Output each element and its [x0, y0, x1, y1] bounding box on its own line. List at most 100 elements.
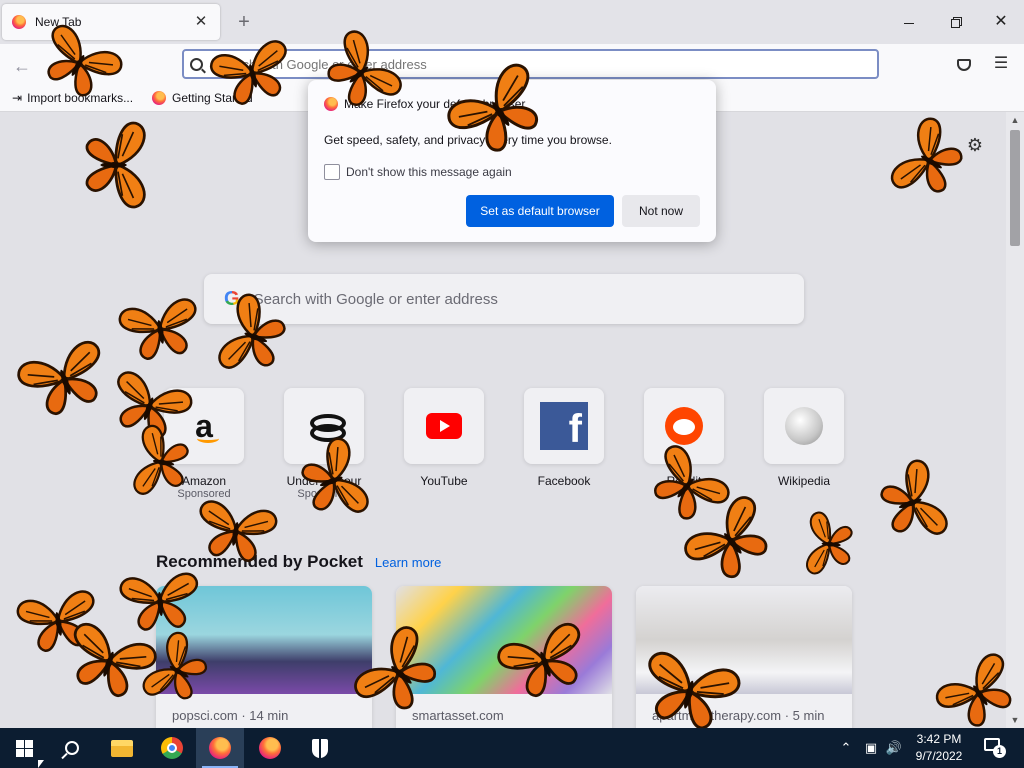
scroll-thumb[interactable] [1010, 130, 1020, 246]
top-site-label: Facebook [537, 474, 591, 488]
import-icon: ⇥ [12, 91, 23, 105]
forward-button[interactable]: → [44, 52, 72, 80]
top-site-reddit[interactable]: Reddit [644, 388, 724, 488]
pocket-card[interactable]: smartasset.com [396, 586, 612, 728]
jet-image [156, 586, 372, 694]
dont-show-again-checkbox-row[interactable]: Don't show this message again [324, 164, 512, 180]
pocket-button[interactable] [953, 53, 975, 75]
windows-taskbar: ⌃ ▣ 🔊 3:42 PM 9/7/2022 1 [0, 728, 1024, 768]
taskbar-firefox-active[interactable] [196, 728, 244, 768]
card-source: popsci.com · 14 min [172, 708, 289, 723]
maximize-button[interactable] [932, 8, 978, 36]
card-source: smartasset.com [412, 708, 504, 723]
top-site-label: Under Armour [286, 474, 362, 488]
us-map-image [396, 586, 612, 694]
top-site-sponsored: Sponsored [177, 488, 231, 500]
scroll-down-arrow-icon[interactable]: ▼ [1006, 712, 1024, 728]
top-site-label: Amazon [181, 474, 227, 488]
tab-title: New Tab [35, 15, 82, 29]
notifications-button[interactable]: 1 [980, 736, 1008, 760]
firefox-icon [324, 97, 338, 111]
clock-time: 3:42 PM [916, 732, 962, 746]
card-source: apartmenttherapy.com · 5 min [652, 708, 825, 723]
restore-icon [950, 18, 960, 28]
dialog-message: Get speed, safety, and privacy every tim… [324, 133, 612, 147]
wikipedia-icon [785, 407, 823, 445]
learn-more-link[interactable]: Learn more [375, 555, 441, 570]
reload-button[interactable]: ↻ [82, 52, 110, 80]
reddit-icon [665, 407, 703, 445]
default-browser-dialog: Make Firefox your default browser Get sp… [308, 80, 716, 242]
firefox-icon [152, 91, 166, 105]
menu-button[interactable]: ☰ [990, 53, 1012, 75]
taskbar-file-explorer[interactable] [98, 728, 146, 768]
newtab-search-box[interactable]: G Search with Google or enter address [204, 274, 804, 324]
taskbar-security[interactable] [296, 728, 344, 768]
chrome-icon [161, 737, 183, 759]
dont-show-again-checkbox[interactable] [324, 164, 340, 180]
top-site-under-armour[interactable]: Under Armour Sponsored [284, 388, 364, 500]
set-default-browser-button[interactable]: Set as default browser [466, 195, 614, 227]
newtab-search-placeholder: Search with Google or enter address [253, 290, 498, 308]
pocket-icon [957, 58, 971, 71]
dialog-title: Make Firefox your default browser [344, 97, 526, 111]
getting-started-bookmark[interactable]: Getting Started [152, 91, 253, 105]
bedroom-image [636, 586, 852, 694]
new-tab-button[interactable]: + [232, 10, 256, 34]
page-scrollbar[interactable]: ▲ ▼ [1006, 112, 1024, 728]
facebook-icon: f [540, 402, 588, 451]
top-site-label: Reddit [666, 474, 702, 488]
windows-icon [15, 739, 33, 757]
import-bookmarks-link[interactable]: ⇥ Import bookmarks... [12, 91, 133, 105]
firefox-icon [209, 737, 231, 759]
close-window-button[interactable]: ✕ [978, 8, 1024, 36]
tab-strip: New Tab ✕ + ✕ [0, 0, 1024, 44]
pocket-heading: Recommended by Pocket [156, 552, 363, 571]
address-bar[interactable] [182, 49, 879, 79]
taskbar-clock[interactable]: 3:42 PM 9/7/2022 [904, 731, 974, 765]
getting-started-label: Getting Started [172, 91, 253, 105]
youtube-icon [426, 413, 462, 439]
url-input[interactable] [215, 56, 877, 72]
taskbar-firefox[interactable] [246, 728, 294, 768]
top-sites: a Amazon Sponsored Under Armour Sponsore… [164, 388, 864, 508]
mouse-cursor-icon [38, 760, 44, 768]
top-site-label: Wikipedia [777, 474, 831, 488]
under-armour-icon [304, 414, 346, 442]
top-site-amazon[interactable]: a Amazon Sponsored [164, 388, 244, 500]
tab-new-tab[interactable]: New Tab ✕ [2, 4, 220, 40]
not-now-button[interactable]: Not now [622, 195, 700, 227]
scroll-up-arrow-icon[interactable]: ▲ [1006, 112, 1024, 128]
network-icon[interactable]: ▣ [860, 728, 882, 768]
gear-icon[interactable]: ⚙ [964, 134, 986, 156]
shield-icon [312, 738, 328, 758]
back-button[interactable]: ← [8, 52, 36, 80]
taskbar-chrome[interactable] [148, 728, 196, 768]
top-site-youtube[interactable]: YouTube [404, 388, 484, 488]
volume-icon[interactable]: 🔊 [884, 728, 904, 768]
import-bookmarks-label: Import bookmarks... [27, 91, 134, 105]
minimize-button[interactable] [886, 8, 932, 36]
pocket-section-header: Recommended by Pocket Learn more [156, 552, 441, 572]
notification-count: 1 [993, 745, 1006, 758]
amazon-icon: a [195, 407, 219, 444]
google-icon: G [224, 287, 240, 310]
taskbar-search-button[interactable] [48, 728, 96, 768]
top-site-sponsored: Sponsored [297, 488, 351, 500]
firefox-icon [259, 737, 281, 759]
show-hidden-icons-chevron-icon[interactable]: ⌃ [836, 728, 856, 768]
search-icon [65, 741, 79, 755]
search-icon [190, 57, 203, 71]
dialog-title-row: Make Firefox your default browser [324, 97, 525, 111]
top-site-wikipedia[interactable]: Wikipedia [764, 388, 844, 488]
checkbox-label: Don't show this message again [346, 165, 512, 179]
minimize-icon [904, 22, 914, 24]
pocket-card[interactable]: apartmenttherapy.com · 5 min [636, 586, 852, 728]
tab-close-icon[interactable]: ✕ [192, 13, 210, 31]
firefox-icon [12, 15, 26, 29]
clock-date: 9/7/2022 [915, 749, 963, 763]
folder-icon [111, 739, 133, 757]
pocket-card[interactable]: popsci.com · 14 min [156, 586, 372, 728]
top-site-facebook[interactable]: f Facebook [524, 388, 604, 488]
top-site-label: YouTube [420, 474, 468, 488]
